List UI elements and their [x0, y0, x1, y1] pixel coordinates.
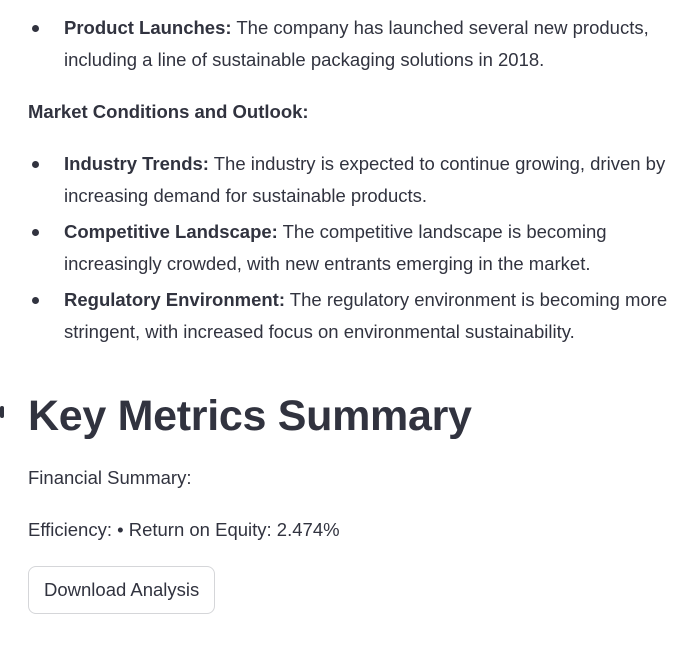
financial-summary-text: Financial Summary:	[28, 467, 192, 488]
list-item-title: Industry Trends:	[64, 153, 209, 174]
bullet-icon	[32, 25, 39, 32]
list-item-title: Competitive Landscape:	[64, 221, 278, 242]
list-item-title: Regulatory Environment:	[64, 289, 285, 310]
download-analysis-button[interactable]: Download Analysis	[28, 566, 216, 614]
bullet-icon	[32, 297, 39, 304]
efficiency-text: Efficiency: • Return on Equity: 2.474%	[28, 519, 340, 540]
bullet-icon	[32, 229, 39, 236]
page-title: Key Metrics Summary	[28, 392, 472, 440]
list-item: Regulatory Environment: The regulatory e…	[28, 284, 668, 348]
top-bullet-list: Product Launches: The company has launch…	[28, 12, 668, 80]
anchor-link-icon[interactable]	[0, 406, 4, 418]
market-bullet-list: Industry Trends: The industry is expecte…	[28, 148, 668, 352]
market-conditions-heading: Market Conditions and Outlook:	[28, 101, 309, 122]
list-item-title: Product Launches:	[64, 17, 232, 38]
list-item: Industry Trends: The industry is expecte…	[28, 148, 668, 212]
list-item: Product Launches: The company has launch…	[28, 12, 668, 76]
list-item: Competitive Landscape: The competitive l…	[28, 216, 668, 280]
bullet-icon	[32, 161, 39, 168]
